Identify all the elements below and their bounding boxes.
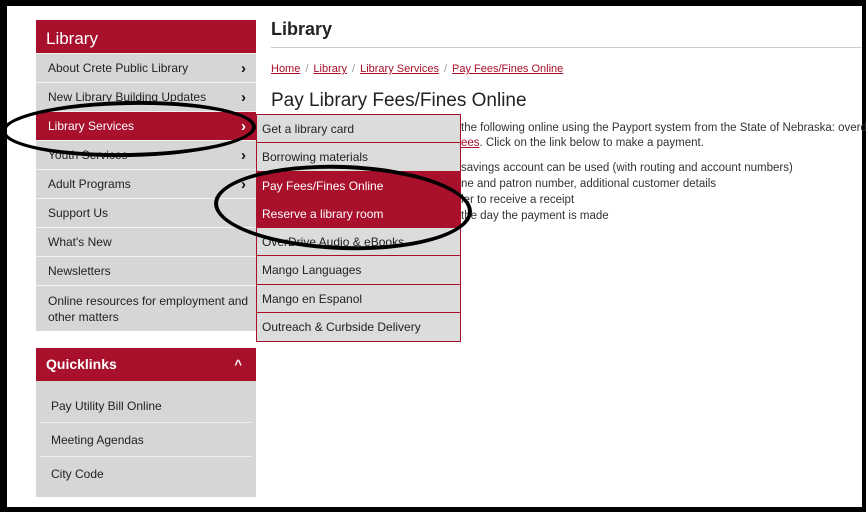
intro-text-line2: ees. Click on the link below to make a p… (461, 137, 704, 149)
menu-item-mango-espanol[interactable]: Mango en Espanol (257, 285, 460, 314)
list-item: the day the payment is made (461, 210, 609, 222)
quicklink-city-code[interactable]: City Code (40, 457, 252, 491)
sidebar-item-whats-new[interactable]: What's New (36, 227, 256, 256)
list-item: ne and patron number, additional custome… (461, 178, 717, 190)
quicklinks-heading: Quicklinks (46, 356, 117, 372)
sidebar-nav: Library About Crete Public Library › New… (36, 20, 256, 331)
sidebar-item-label: Support Us (48, 206, 109, 220)
menu-item-get-library-card[interactable]: Get a library card (257, 115, 460, 144)
sidebar-item-label: What's New (48, 235, 112, 249)
list-item: savings account can be used (with routin… (461, 162, 793, 174)
sidebar-item-label: About Crete Public Library (48, 61, 189, 75)
sidebar-item-label: Online resources for employment and othe… (48, 294, 249, 324)
breadcrumb-separator: / (443, 63, 448, 75)
sidebar-heading: Library (36, 20, 256, 53)
content-heading: Pay Library Fees/Fines Online (271, 90, 527, 111)
list-item: ler to receive a receipt (461, 194, 575, 206)
intro-text: the following online using the Payport s… (461, 122, 866, 134)
breadcrumb: Home / Library / Library Services / Pay Fees/F… (271, 63, 563, 75)
menu-item-mango-languages[interactable]: Mango Languages (257, 256, 460, 285)
breadcrumb-library[interactable]: Library (313, 63, 347, 75)
sidebar-item-label: Newsletters (48, 264, 111, 278)
quicklink-pay-utility[interactable]: Pay Utility Bill Online (40, 389, 252, 423)
payment-link[interactable]: ees (461, 137, 480, 149)
menu-item-outreach[interactable]: Outreach & Curbside Delivery (257, 313, 460, 341)
quicklinks-list: Pay Utility Bill Online Meeting Agendas … (36, 381, 256, 497)
chevron-right-icon: › (241, 60, 246, 77)
sidebar-item-about[interactable]: About Crete Public Library › (36, 53, 256, 82)
breadcrumb-pay-fees[interactable]: Pay Fees/Fines Online (452, 63, 563, 75)
sidebar-item-online-resources[interactable]: Online resources for employment and othe… (36, 285, 256, 331)
page-title: Library (271, 19, 333, 39)
quicklink-meeting-agendas[interactable]: Meeting Agendas (40, 423, 252, 457)
breadcrumb-library-services[interactable]: Library Services (360, 63, 439, 75)
sidebar-item-label: Adult Programs (48, 177, 131, 191)
intro-text-rest: . Click on the link below to make a paym… (479, 137, 704, 149)
chevron-up-icon: ^ (234, 357, 242, 372)
chevron-right-icon: › (241, 89, 246, 106)
chevron-right-icon: › (241, 147, 246, 164)
sidebar-item-newsletters[interactable]: Newsletters (36, 256, 256, 285)
breadcrumb-separator: / (305, 63, 309, 75)
quicklinks-panel: Quicklinks ^ Pay Utility Bill Online Mee… (36, 348, 256, 497)
breadcrumb-separator: / (352, 63, 356, 75)
quicklinks-header[interactable]: Quicklinks ^ (36, 348, 256, 381)
breadcrumb-home[interactable]: Home (271, 63, 300, 75)
title-divider (271, 47, 861, 48)
